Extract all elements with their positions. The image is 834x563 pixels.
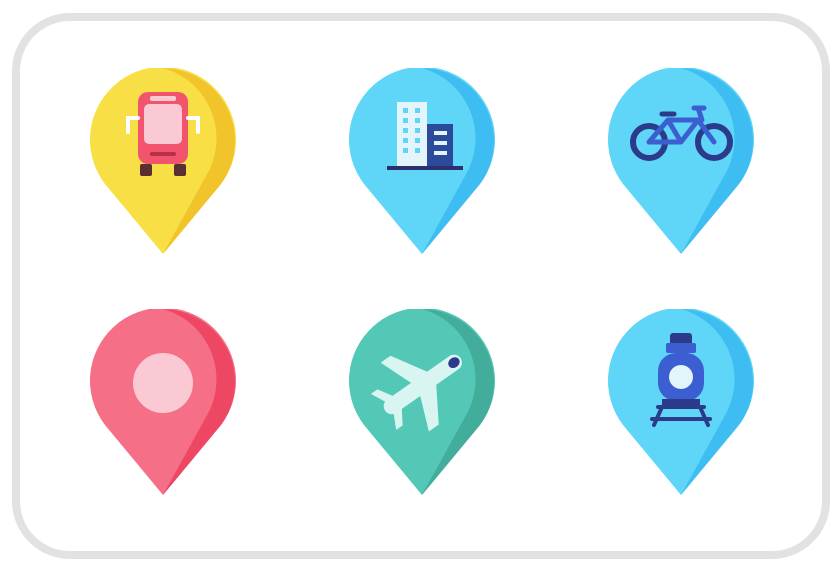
building-map-pin-icon [349,68,495,254]
bicycle-map-pin-icon [608,68,754,254]
bus-map-pin-icon [90,68,236,254]
airplane-map-pin[interactable] [349,309,495,497]
bus-map-pin[interactable] [90,68,236,256]
location-map-pin[interactable] [90,309,236,497]
train-map-pin[interactable] [608,309,754,497]
airplane-map-pin-icon [349,309,495,495]
train-map-pin-icon [608,309,754,495]
building-map-pin[interactable] [349,68,495,256]
location-map-pin-icon [90,309,236,495]
location-dot-icon [133,353,193,413]
bicycle-map-pin[interactable] [608,68,754,256]
